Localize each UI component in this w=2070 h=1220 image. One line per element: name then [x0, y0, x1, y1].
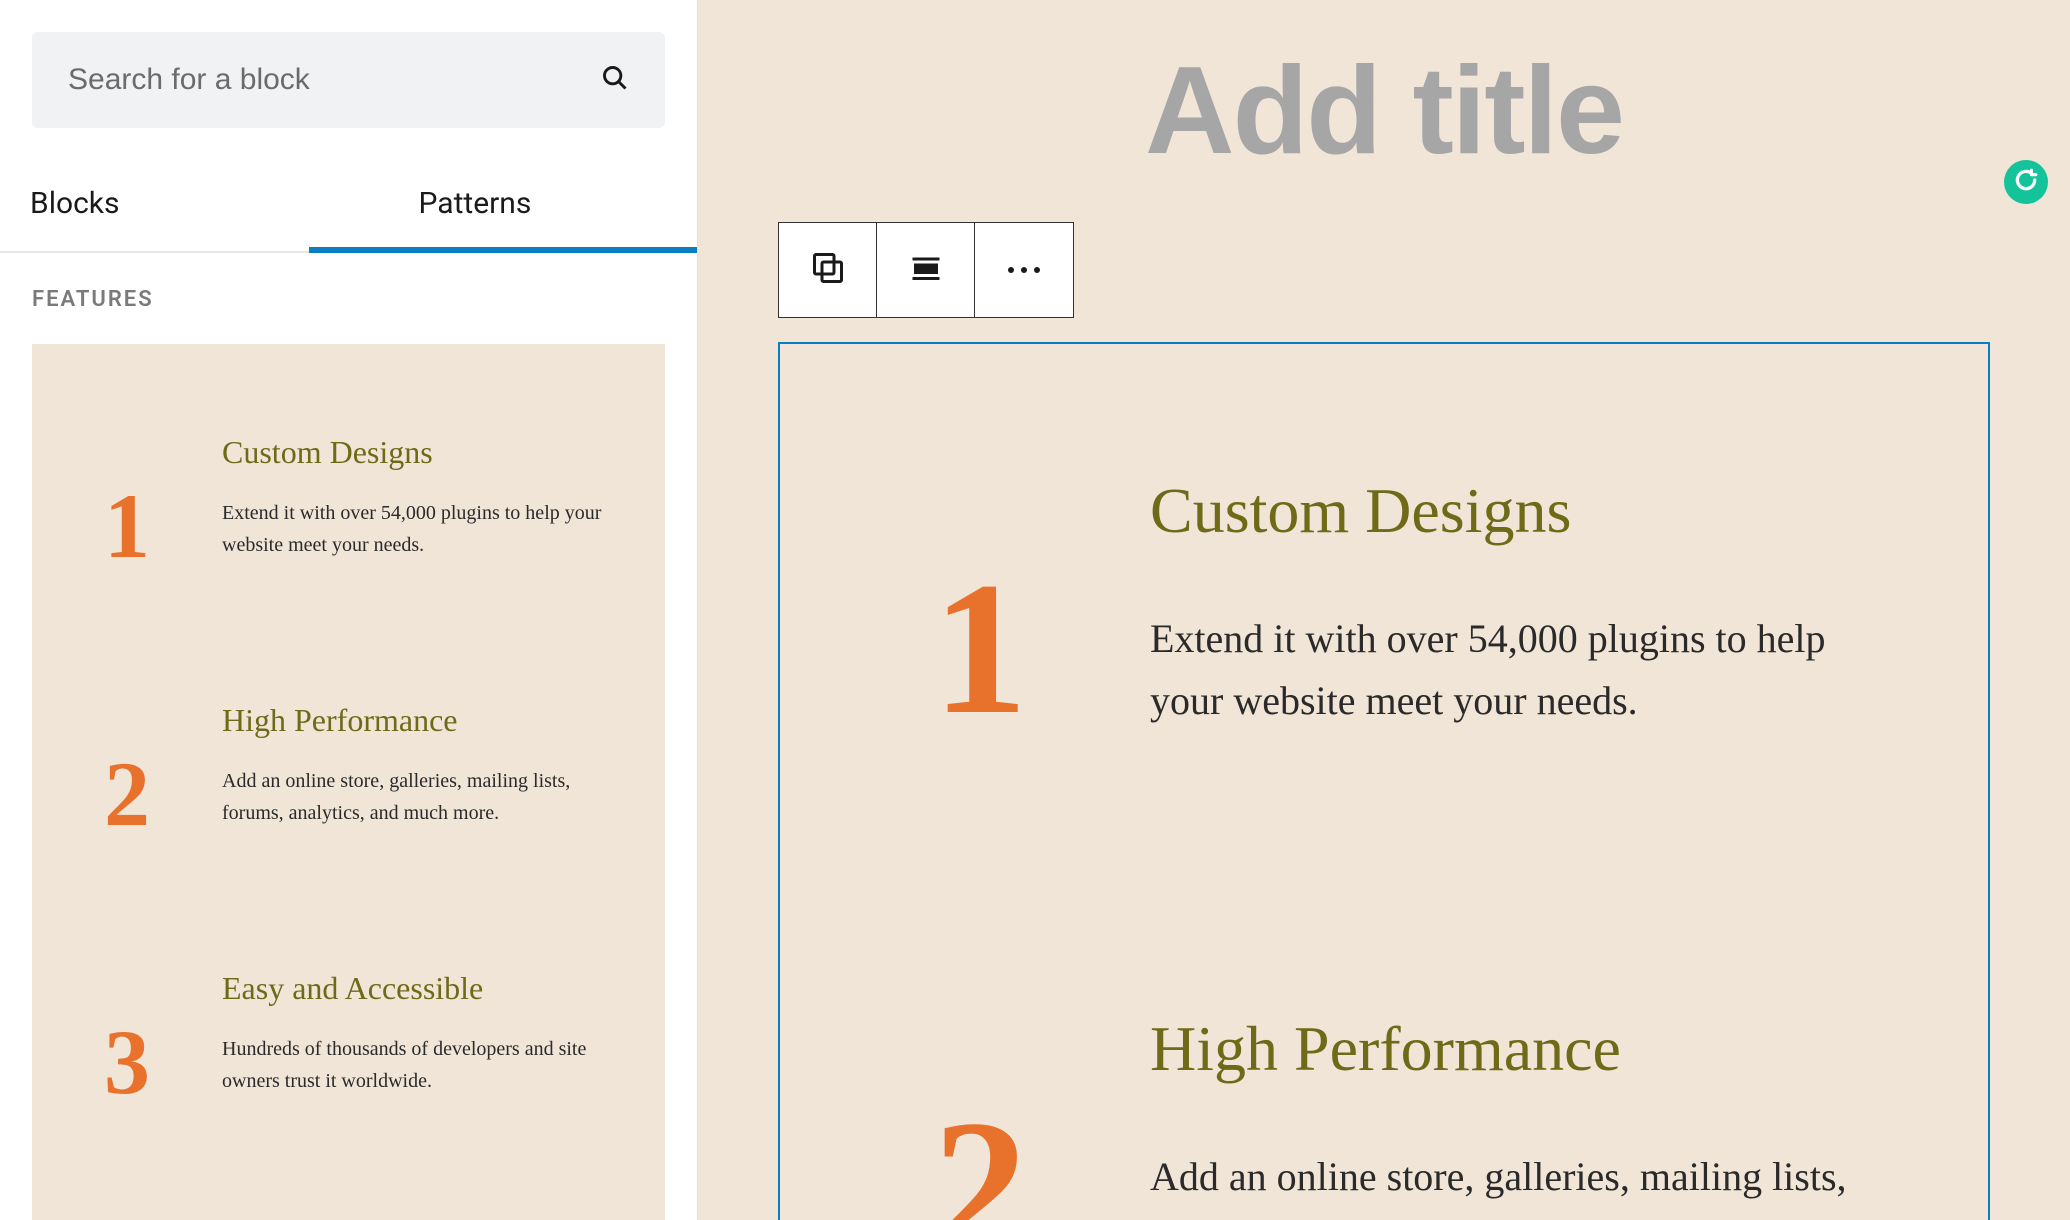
feature-body: Custom Designs Extend it with over 54,00…: [1150, 474, 1848, 732]
align-button[interactable]: [877, 223, 975, 317]
feature-body: High Performance Add an online store, ga…: [1150, 1012, 1848, 1220]
block-type-button[interactable]: [779, 223, 877, 317]
feature-number[interactable]: 2: [920, 1107, 1040, 1220]
list-item: 3 Easy and Accessible Hundreds of thousa…: [82, 970, 615, 1108]
feature-number[interactable]: 1: [920, 569, 1040, 731]
feature-description[interactable]: Extend it with over 54,000 plugins to he…: [1150, 608, 1848, 732]
pattern-category-label: FEATURES: [0, 253, 697, 332]
align-icon: [908, 250, 944, 290]
selected-group-block[interactable]: 1 Custom Designs Extend it with over 54,…: [778, 342, 1990, 1220]
list-item: 2 High Performance Add an online store, …: [920, 1012, 1848, 1220]
list-item: 1 Custom Designs Extend it with over 54,…: [920, 474, 1848, 732]
tab-blocks[interactable]: Blocks: [0, 152, 309, 251]
search-input[interactable]: [68, 63, 601, 97]
list-item: 2 High Performance Add an online store, …: [82, 702, 615, 840]
page-title-placeholder[interactable]: Add title: [758, 40, 2010, 182]
feature-description: Hundreds of thousands of developers and …: [222, 1033, 615, 1097]
feature-body: Custom Designs Extend it with over 54,00…: [222, 434, 615, 561]
feature-description: Add an online store, galleries, mailing …: [222, 765, 615, 829]
group-icon: [810, 250, 846, 290]
search-icon: [601, 64, 629, 96]
inserter-tabs: Blocks Patterns: [0, 152, 697, 253]
editor-canvas[interactable]: Add title 1 Custom Designs Extend it wit…: [698, 0, 2070, 1220]
feature-number: 1: [82, 480, 172, 572]
ellipsis-icon: [1008, 267, 1040, 273]
search-container: [0, 0, 697, 128]
search-bar[interactable]: [32, 32, 665, 128]
feature-number: 3: [82, 1016, 172, 1108]
feature-title[interactable]: Custom Designs: [1150, 474, 1848, 548]
feature-title: Easy and Accessible: [222, 970, 615, 1007]
tab-patterns[interactable]: Patterns: [309, 152, 698, 251]
more-options-button[interactable]: [975, 223, 1073, 317]
list-item: 1 Custom Designs Extend it with over 54,…: [82, 434, 615, 572]
feature-description: Extend it with over 54,000 plugins to he…: [222, 497, 615, 561]
grammarly-badge[interactable]: [2004, 160, 2048, 204]
feature-number: 2: [82, 748, 172, 840]
pattern-preview-card[interactable]: 1 Custom Designs Extend it with over 54,…: [32, 344, 665, 1220]
block-inserter-sidebar: Blocks Patterns FEATURES 1 Custom Design…: [0, 0, 698, 1220]
feature-body: High Performance Add an online store, ga…: [222, 702, 615, 829]
feature-title: Custom Designs: [222, 434, 615, 471]
feature-title[interactable]: High Performance: [1150, 1012, 1848, 1086]
feature-description[interactable]: Add an online store, galleries, mailing …: [1150, 1146, 1848, 1220]
feature-body: Easy and Accessible Hundreds of thousand…: [222, 970, 615, 1097]
feature-title: High Performance: [222, 702, 615, 739]
grammarly-icon: [2013, 167, 2039, 197]
block-toolbar: [778, 222, 1074, 318]
